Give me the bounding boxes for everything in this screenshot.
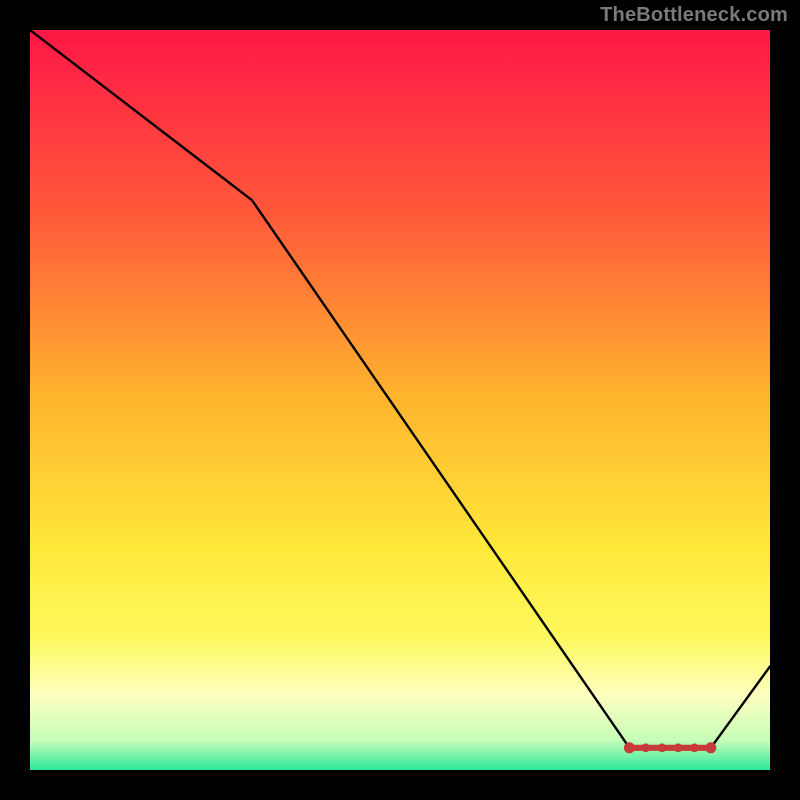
marker-dot [674, 743, 683, 752]
chart-svg [30, 30, 770, 770]
plot-area [30, 30, 770, 770]
chart-frame: TheBottleneck.com [0, 0, 800, 800]
marker-dot [641, 743, 650, 752]
marker-dot [624, 742, 635, 753]
watermark-text: TheBottleneck.com [600, 4, 788, 27]
marker-dot [690, 743, 699, 752]
marker-dot [705, 742, 716, 753]
gradient-background [30, 30, 770, 770]
marker-dot [658, 743, 667, 752]
